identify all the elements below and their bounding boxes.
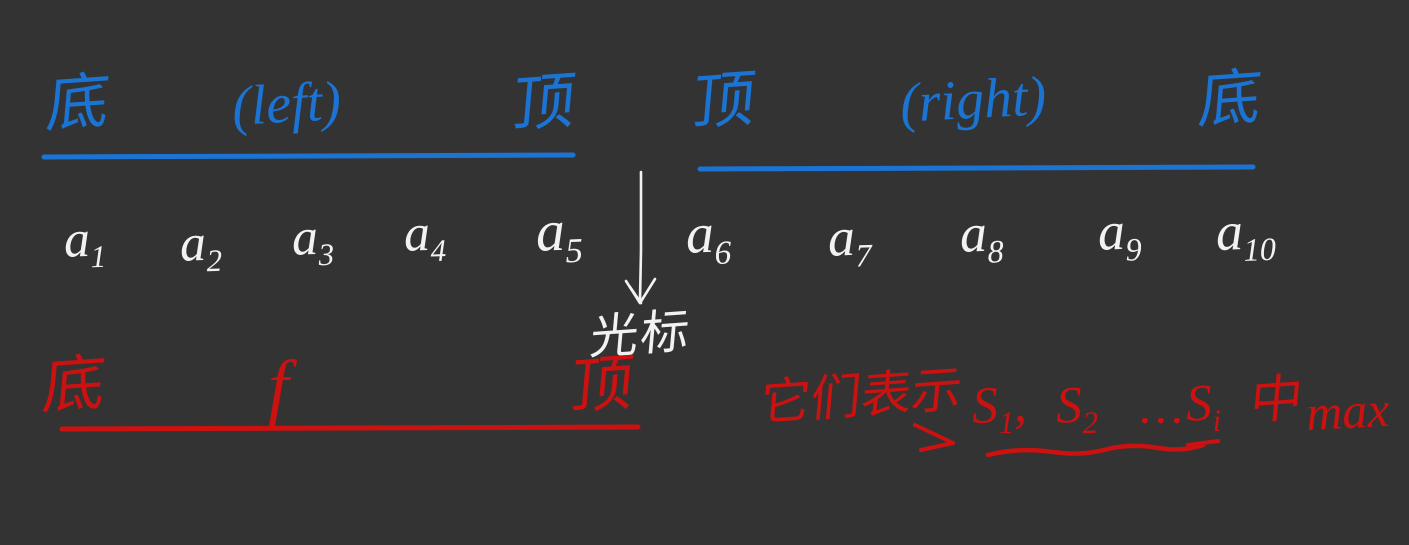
array-element-a7: a7 [826, 206, 873, 275]
array-element-subscript: 3 [317, 236, 335, 273]
note-underline-tail [1186, 439, 1220, 447]
note-term-s1: S1, [970, 376, 1028, 441]
array-element-subscript: 6 [713, 234, 732, 272]
array-element-base: a [826, 206, 856, 268]
whiteboard-canvas: 底 (left) 顶 顶 (right) 底 a1 a2 a3 a4 a5 a6… [0, 0, 1409, 545]
bottom-group-underline [59, 424, 641, 432]
array-element-a5: a5 [534, 197, 584, 271]
note-term-subscript: 2 [1081, 404, 1099, 441]
note-squiggle-underline [985, 442, 1206, 458]
note-right-arrow [913, 423, 955, 452]
array-element-subscript: 5 [564, 230, 584, 271]
right-group-start-label: 顶 [689, 61, 759, 139]
array-element-a10: a10 [1214, 201, 1277, 269]
array-element-subscript: 1 [89, 238, 107, 275]
array-element-subscript: 4 [429, 232, 447, 269]
array-element-base: a [178, 214, 207, 273]
array-element-a3: a3 [290, 208, 335, 273]
array-element-base: a [402, 204, 431, 263]
array-element-a9: a9 [1096, 200, 1143, 269]
note-term-subscript: i [1211, 402, 1222, 439]
array-element-base: a [684, 202, 715, 266]
array-element-subscript: 2 [205, 242, 223, 279]
bottom-group-start-label: 底 [39, 345, 109, 423]
array-element-base: a [1096, 200, 1126, 262]
array-element-a6: a6 [684, 202, 732, 272]
note-term-base: S [970, 377, 999, 435]
array-element-subscript: 7 [854, 238, 873, 275]
array-element-base: a [290, 208, 319, 267]
note-term-comma: , [1012, 376, 1028, 434]
bottom-group-middle-label: f [268, 346, 289, 428]
left-group-end-label: 顶 [509, 63, 579, 141]
right-group-bracket-label: (right) [898, 65, 1048, 135]
right-group-underline [697, 164, 1256, 172]
array-element-base: a [62, 210, 91, 269]
right-group-end-label: 底 [1195, 59, 1265, 137]
note-term-s2: S2 [1054, 376, 1099, 441]
note-prefix-label: 它们表示 [757, 360, 965, 432]
array-element-base: a [1214, 201, 1244, 263]
note-term-base: S [1184, 374, 1213, 433]
array-element-subscript: 10 [1242, 231, 1277, 269]
left-group-underline [41, 152, 576, 160]
array-element-subscript: 9 [1124, 232, 1143, 269]
array-element-a2: a2 [178, 214, 223, 279]
note-term-subscript: 1 [997, 404, 1015, 441]
note-suffix-max-label: max [1304, 380, 1391, 442]
left-group-start-label: 底 [43, 63, 113, 141]
bottom-group-end-label: 顶 [567, 345, 637, 423]
note-term-si: Si [1184, 374, 1222, 439]
note-suffix-cjk-label: 中 [1247, 368, 1306, 432]
array-element-a4: a4 [402, 204, 447, 269]
array-element-subscript: 8 [986, 234, 1005, 271]
array-element-a1: a1 [62, 210, 107, 275]
array-element-a8: a8 [958, 202, 1005, 271]
note-term-base: S [1054, 376, 1083, 435]
note-ellipsis: ... [1140, 381, 1188, 434]
left-group-bracket-label: (left) [230, 70, 343, 138]
array-element-base: a [534, 197, 566, 264]
cursor-down-arrow [624, 170, 657, 305]
array-element-base: a [958, 202, 988, 264]
